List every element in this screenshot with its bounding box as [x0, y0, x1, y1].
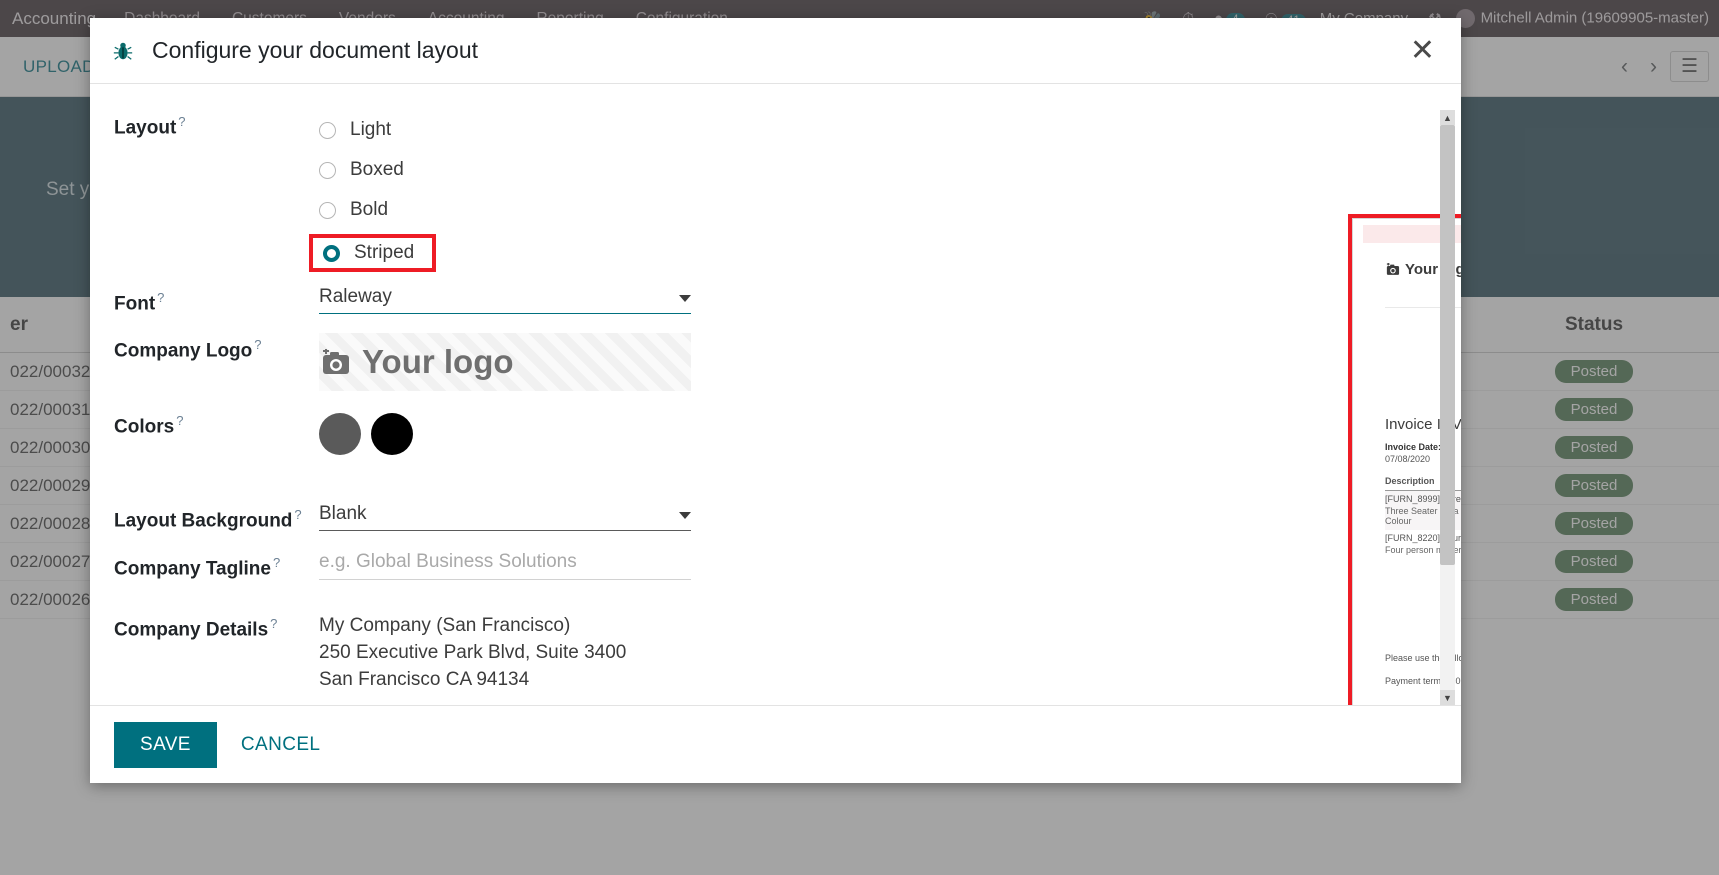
- help-icon[interactable]: ?: [254, 337, 261, 352]
- dialog-scrollbar[interactable]: ▲ ▼: [1440, 110, 1455, 705]
- field-layout-background: Layout Background? Blank: [114, 503, 710, 532]
- invoice-date: Invoice Date: 07/08/2020: [1385, 442, 1441, 464]
- color-swatch-primary[interactable]: [319, 413, 361, 456]
- radio-icon: [323, 244, 340, 262]
- logo-placeholder-text: Your logo: [362, 343, 514, 381]
- company-details-line: San Francisco CA 94134: [319, 668, 530, 690]
- help-icon[interactable]: ?: [294, 507, 301, 522]
- company-tagline-wrap: e.g. Global Business Solutions: [319, 551, 710, 580]
- help-icon[interactable]: ?: [273, 555, 280, 570]
- save-button[interactable]: SAVE: [114, 721, 217, 768]
- chevron-down-icon: [679, 512, 691, 520]
- color-swatch-secondary[interactable]: [371, 413, 413, 456]
- logo-upload-wrap: Your logo: [319, 333, 710, 392]
- radio-label: Striped: [354, 242, 415, 263]
- camera-add-icon: [323, 348, 349, 374]
- field-company-tagline: Company Tagline? e.g. Global Business So…: [114, 551, 710, 580]
- layout-form: Layout? Light Boxed Bold Striped Font ? …: [90, 110, 710, 705]
- radio-label: Boxed: [350, 159, 404, 180]
- layout-radio-group: Light Boxed Bold Striped: [309, 110, 710, 276]
- radio-option-striped[interactable]: Striped: [309, 234, 437, 272]
- company-tagline-placeholder: e.g. Global Business Solutions: [319, 550, 577, 572]
- logo-upload[interactable]: Your logo: [319, 333, 691, 392]
- radio-label: Bold: [350, 199, 389, 220]
- field-label-company-tagline: Company Tagline?: [114, 551, 319, 580]
- field-label-layout: Layout?: [114, 110, 319, 276]
- scroll-down-icon[interactable]: ▼: [1440, 690, 1455, 705]
- font-select-wrap: Raleway: [319, 286, 710, 315]
- label-text: Layout Background: [114, 510, 293, 532]
- company-details-line: My Company (San Francisco): [319, 614, 571, 636]
- scrollbar-thumb[interactable]: [1440, 125, 1455, 565]
- close-icon[interactable]: ✕: [1406, 35, 1439, 66]
- field-layout: Layout? Light Boxed Bold Striped: [114, 110, 710, 276]
- field-label-layout-background: Layout Background?: [114, 503, 319, 532]
- dialog-body: Layout? Light Boxed Bold Striped Font ? …: [90, 84, 1461, 705]
- help-icon[interactable]: ?: [178, 114, 185, 129]
- radio-icon: [319, 201, 336, 219]
- invoice-date-value: 07/08/2020: [1385, 454, 1431, 464]
- bug-icon: [113, 42, 133, 60]
- radio-option-bold[interactable]: Bold: [319, 190, 710, 230]
- field-label-company-details: Company Details?: [114, 612, 319, 693]
- radio-option-light[interactable]: Light: [319, 110, 710, 150]
- layout-background-select[interactable]: Blank: [319, 503, 691, 532]
- invoice-date-label: Invoice Date:: [1385, 442, 1442, 452]
- company-tagline-input[interactable]: e.g. Global Business Solutions: [319, 551, 691, 580]
- label-text: Company Details: [114, 619, 269, 641]
- colors-wrap: [319, 409, 710, 456]
- camera-add-icon: [1386, 262, 1400, 275]
- document-layout-dialog: Configure your document layout ✕ Layout?…: [90, 18, 1461, 783]
- radio-icon: [319, 121, 336, 139]
- help-icon[interactable]: ?: [270, 616, 277, 631]
- label-text: Layout: [114, 117, 177, 139]
- field-label-company-logo: Company Logo?: [114, 333, 319, 391]
- field-label-colors: Colors?: [114, 409, 319, 455]
- chevron-down-icon: [679, 295, 691, 302]
- layout-background-value: Blank: [319, 503, 367, 525]
- preview-column: Your logo My Company (San Francisco) 250…: [710, 110, 1461, 705]
- label-text: Colors: [114, 416, 175, 438]
- label-text: Company Tagline: [114, 557, 271, 579]
- font-select[interactable]: Raleway: [319, 286, 691, 314]
- cancel-button[interactable]: CANCEL: [227, 722, 334, 768]
- label-text: Font: [114, 293, 156, 315]
- field-font: Font? Raleway: [114, 286, 710, 315]
- field-colors: Colors?: [114, 409, 710, 456]
- color-swatches: [319, 409, 710, 456]
- help-icon[interactable]: ?: [157, 290, 164, 305]
- company-details-line: 250 Executive Park Blvd, Suite 3400: [319, 641, 627, 663]
- layout-background-wrap: Blank: [319, 503, 710, 532]
- radio-option-boxed[interactable]: Boxed: [319, 150, 710, 190]
- help-icon[interactable]: ?: [176, 413, 183, 428]
- font-value: Raleway: [319, 286, 392, 307]
- field-label-font: Font?: [114, 286, 319, 315]
- radio-label: Light: [350, 119, 392, 140]
- dialog-title: Configure your document layout: [152, 37, 479, 63]
- field-company-details: Company Details? My Company (San Francis…: [114, 612, 710, 693]
- field-company-logo: Company Logo? Your logo: [114, 333, 710, 392]
- label-text: Company Logo: [114, 340, 253, 362]
- dialog-footer: SAVE CANCEL: [90, 705, 1461, 783]
- company-details-input[interactable]: My Company (San Francisco) 250 Executive…: [319, 612, 710, 693]
- radio-icon: [319, 161, 336, 179]
- dialog-header: Configure your document layout ✕: [90, 18, 1461, 84]
- scroll-up-icon[interactable]: ▲: [1440, 110, 1455, 125]
